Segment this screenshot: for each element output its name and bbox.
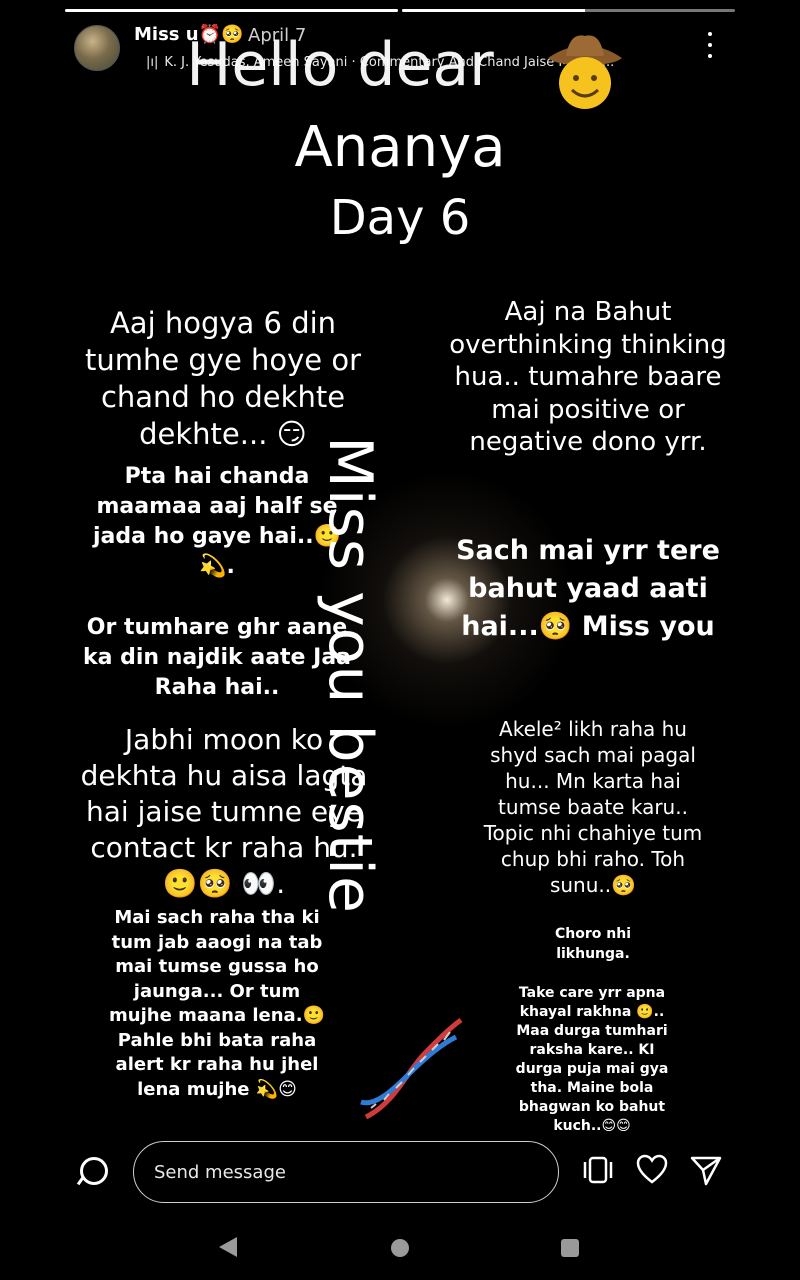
left-paragraph-5: Mai sach raha tha ki tum jab aaogi na ta… [109,907,325,1100]
story-progress-bar [65,9,735,12]
right-paragraph-1: Aaj na Bahut overthinking thinking hua..… [449,297,727,457]
left-paragraph-2: Pta hai chanda maamaa aaj half se jada h… [92,464,342,579]
cowboy-emoji-icon [548,35,622,109]
back-icon[interactable] [219,1237,237,1257]
right-paragraph-2: Sach mai yrr tere bahut yaad aati hai...… [456,535,720,642]
recent-apps-icon[interactable] [561,1239,579,1257]
send-message-input[interactable]: Send message [133,1141,559,1203]
heading-day: Day 6 [329,190,471,246]
send-paper-plane-icon[interactable] [688,1152,724,1188]
heading-hello: Hello dear [186,30,494,100]
home-icon[interactable] [391,1239,409,1257]
boomerang-icon[interactable] [580,1152,616,1188]
like-heart-icon[interactable] [634,1152,670,1188]
right-paragraph-5: Take care yrr apna khayal rakhna 🙂.. Maa… [515,985,669,1134]
left-paragraph-3: Or tumhare ghr aane ka din najdik aate J… [82,615,352,700]
progress-segment [65,9,398,12]
progress-segment [402,9,735,12]
heading-name: Ananya [294,115,506,180]
dna-icon [360,1017,463,1120]
right-paragraph-3: Akele² likh raha hu shyd sach mai pagal … [483,717,703,897]
camera-icon[interactable] [80,1157,108,1185]
right-paragraph-4: Choro nhi likhunga. [555,926,631,962]
vertical-miss-you-text: Miss you bestie [315,436,385,914]
send-message-placeholder: Send message [154,1161,286,1183]
